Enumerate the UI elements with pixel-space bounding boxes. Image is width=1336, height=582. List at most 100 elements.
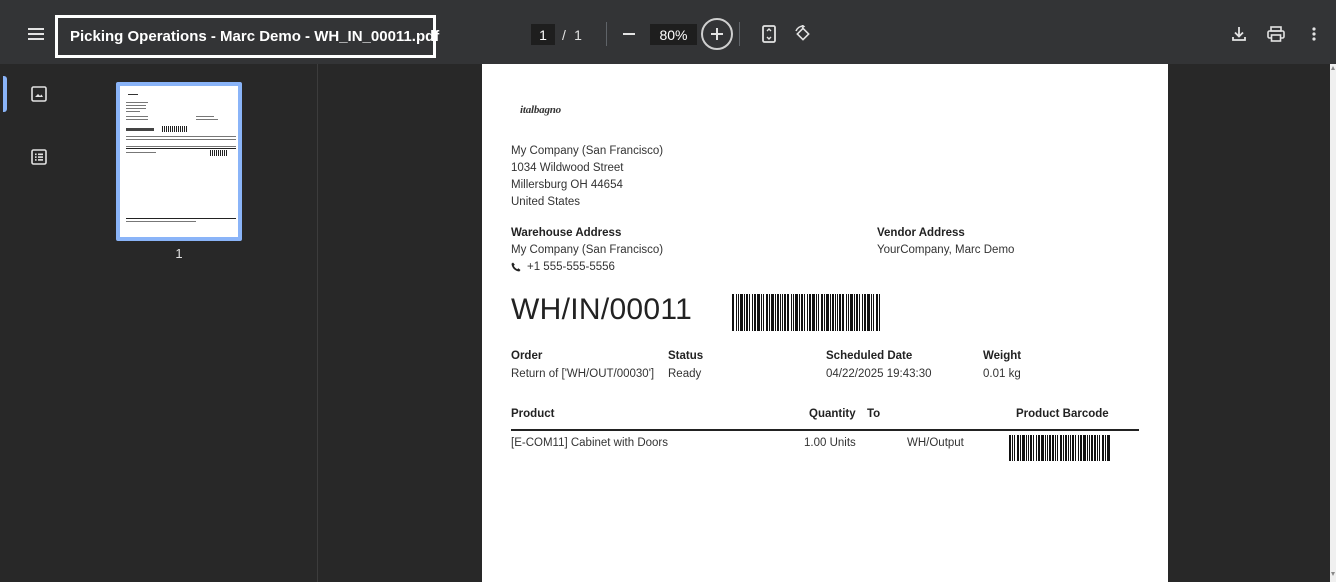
outline-tab[interactable] — [26, 144, 52, 170]
barcode-bar — [864, 294, 866, 331]
zoom-in-button[interactable] — [701, 18, 733, 50]
table-header-quantity: Quantity — [809, 408, 856, 420]
company-logo: italbagno — [520, 104, 561, 116]
fit-page-button[interactable] — [754, 19, 784, 49]
barcode-bar — [1072, 435, 1075, 461]
scroll-down-arrow-icon[interactable] — [1331, 572, 1335, 576]
page-thumbnail[interactable] — [116, 82, 242, 241]
barcode-bar — [1078, 435, 1080, 461]
barcode-bar — [746, 294, 748, 331]
barcode-bar — [876, 294, 878, 331]
barcode-bar — [1102, 435, 1105, 461]
barcode-bar — [1046, 435, 1048, 461]
plus-circle-icon — [711, 28, 723, 40]
company-address-line: My Company (San Francisco) — [511, 145, 664, 157]
table-row-to: WH/Output — [907, 437, 964, 449]
barcode-bar — [1059, 435, 1062, 461]
barcode-bar — [871, 294, 872, 331]
barcode-bar — [1032, 435, 1034, 461]
barcode-bar — [818, 294, 819, 331]
fit-page-icon — [762, 25, 776, 43]
barcode-bar — [1019, 435, 1021, 461]
barcode-bar — [775, 294, 776, 331]
barcode-bar — [1051, 435, 1054, 461]
barcode-bar — [1064, 435, 1068, 461]
minus-icon — [623, 33, 635, 35]
more-options-button[interactable] — [1299, 19, 1329, 49]
barcode-bar — [1054, 435, 1056, 461]
barcode-bar — [740, 294, 743, 331]
download-button[interactable] — [1224, 19, 1254, 49]
barcode-bar — [1025, 435, 1027, 461]
menu-button[interactable] — [22, 20, 50, 48]
barcode-bar — [732, 294, 734, 331]
thumbnails-tab[interactable] — [26, 81, 52, 107]
barcode-bar — [867, 294, 870, 331]
barcode-bar — [804, 294, 805, 331]
barcode-bar — [766, 294, 768, 331]
barcode-bar — [777, 294, 779, 331]
document-title: Picking Operations - Marc Demo - WH_IN_0… — [70, 28, 440, 45]
order-value: Return of ['WH/OUT/00030'] — [511, 368, 655, 380]
rotate-button[interactable] — [788, 19, 818, 49]
barcode-bar — [807, 294, 808, 331]
warehouse-address-label: Warehouse Address — [511, 227, 622, 239]
active-tab-marker — [3, 76, 7, 112]
vertical-scrollbar[interactable] — [1330, 64, 1336, 582]
barcode-bar — [1048, 435, 1051, 461]
barcode-bar — [763, 294, 764, 331]
barcode-bar — [1070, 435, 1072, 461]
barcode-bar — [1091, 435, 1094, 461]
barcode-bar — [835, 294, 836, 331]
barcode-bar — [738, 294, 739, 331]
product-barcode — [1009, 435, 1111, 461]
barcode-bar — [1027, 435, 1029, 461]
print-button[interactable] — [1261, 19, 1291, 49]
barcode-bar — [856, 294, 858, 331]
barcode-bar — [848, 294, 849, 331]
barcode-bar — [749, 294, 750, 331]
zoom-out-button[interactable] — [614, 19, 644, 49]
barcode-bar — [837, 294, 838, 331]
barcode-bar — [757, 294, 760, 331]
company-address: My Company (San Francisco) 1034 Wildwood… — [511, 143, 663, 211]
table-header-to: To — [867, 408, 881, 420]
barcode-bar — [787, 294, 789, 331]
barcode-bar — [1013, 435, 1015, 461]
barcode-bar — [816, 294, 817, 331]
table-header-rule — [511, 429, 1139, 431]
barcode-bar — [1099, 435, 1101, 461]
barcode-bar — [1009, 435, 1011, 461]
barcode-bar — [1068, 435, 1070, 461]
table-row-quantity: 1.00 Units — [804, 437, 856, 449]
status-value: Ready — [668, 368, 702, 380]
barcode-bar — [812, 294, 815, 331]
barcode-bar — [736, 294, 737, 331]
barcode-bar — [873, 294, 874, 331]
rotate-icon — [795, 25, 810, 41]
barcode-bar — [862, 294, 863, 331]
table-header-product: Product — [511, 408, 555, 420]
scroll-up-arrow-icon[interactable] — [1331, 66, 1335, 70]
more-vert-icon — [1312, 27, 1316, 41]
barcode-bar — [824, 294, 825, 331]
barcode-bar — [879, 294, 880, 331]
barcode-bar — [784, 294, 786, 331]
barcode-bar — [839, 294, 841, 331]
phone-icon — [511, 262, 521, 272]
page-number-input[interactable]: 1 — [531, 24, 555, 45]
barcode-bar — [1040, 435, 1044, 461]
barcode-bar — [1080, 435, 1083, 461]
thumbnail-page-number: 1 — [175, 246, 183, 261]
barcode-bar — [832, 294, 834, 331]
barcode-bar — [830, 294, 831, 331]
toolbar-divider — [606, 22, 607, 46]
vendor-name: YourCompany, Marc Demo — [877, 244, 1015, 256]
table-row-product: [E-COM11] Cabinet with Doors — [511, 437, 669, 449]
zoom-level-input[interactable]: 80% — [650, 24, 697, 45]
warehouse-phone: +1 555-555-5556 — [527, 261, 615, 273]
barcode-bar — [801, 294, 803, 331]
barcode-bar — [1083, 435, 1087, 461]
reference-barcode — [732, 294, 881, 331]
warehouse-name: My Company (San Francisco) — [511, 244, 664, 256]
